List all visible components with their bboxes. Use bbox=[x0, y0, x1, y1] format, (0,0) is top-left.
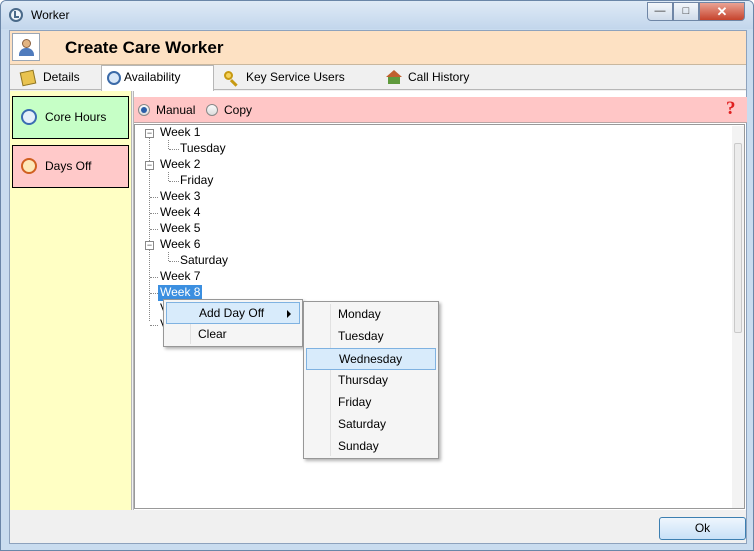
client-area: Create Care Worker Details Availability … bbox=[9, 30, 747, 544]
tree-node-day[interactable]: Saturday bbox=[178, 253, 230, 269]
tree-scrollbar-thumb[interactable] bbox=[734, 143, 742, 333]
minimize-button[interactable]: — bbox=[647, 2, 673, 21]
tree-node-day[interactable]: Tuesday bbox=[178, 141, 228, 157]
menu-item-label: Add Day Off bbox=[199, 306, 265, 320]
tree-node-week[interactable]: Week 3 bbox=[158, 189, 202, 205]
day-submenu: Monday Tuesday Wednesday Thursday Friday… bbox=[303, 301, 439, 459]
tab-label: Call History bbox=[408, 70, 470, 84]
copy-radio[interactable] bbox=[206, 104, 218, 116]
tree-node-week[interactable]: Week 2 bbox=[158, 157, 202, 173]
collapse-week-6-icon[interactable]: − bbox=[145, 241, 154, 250]
collapse-week-1-icon[interactable]: − bbox=[145, 129, 154, 138]
title-bar: Worker — □ ✕ bbox=[1, 1, 753, 29]
alarm-clock-icon bbox=[21, 158, 37, 174]
tab-label: Details bbox=[43, 70, 80, 84]
add-day-off-menu-item[interactable]: Add Day Off bbox=[166, 302, 300, 324]
close-button[interactable]: ✕ bbox=[699, 2, 745, 21]
core-hours-label: Core Hours bbox=[45, 110, 107, 124]
days-off-button[interactable]: Days Off bbox=[12, 145, 129, 188]
tab-call-history[interactable]: Call History bbox=[378, 67, 488, 90]
manual-radio[interactable] bbox=[138, 104, 150, 116]
footer-bar: Ok bbox=[10, 511, 746, 543]
maximize-button[interactable]: □ bbox=[673, 2, 699, 21]
help-icon[interactable]: ? bbox=[726, 98, 736, 120]
clock-icon bbox=[21, 109, 37, 125]
ok-button[interactable]: Ok bbox=[659, 517, 746, 540]
app-icon bbox=[9, 8, 23, 22]
tab-availability[interactable]: Availability bbox=[101, 65, 214, 91]
friday-menu-item[interactable]: Friday bbox=[306, 392, 436, 414]
wednesday-menu-item[interactable]: Wednesday bbox=[306, 348, 436, 370]
saturday-menu-item[interactable]: Saturday bbox=[306, 414, 436, 436]
mode-selector: Manual Copy ? bbox=[134, 97, 747, 123]
manual-label[interactable]: Manual bbox=[156, 103, 195, 117]
menu-item-label: Clear bbox=[198, 327, 227, 341]
tree-node-week[interactable]: Week 4 bbox=[158, 205, 202, 221]
copy-label[interactable]: Copy bbox=[224, 103, 252, 117]
details-icon bbox=[19, 69, 37, 87]
care-worker-icon bbox=[12, 33, 40, 61]
collapse-week-2-icon[interactable]: − bbox=[145, 161, 154, 170]
tree-node-week[interactable]: Week 5 bbox=[158, 221, 202, 237]
thursday-menu-item[interactable]: Thursday bbox=[306, 370, 436, 392]
window-title: Worker bbox=[31, 8, 70, 22]
tab-details[interactable]: Details bbox=[13, 67, 99, 90]
tab-strip: Details Availability Key Service Users C… bbox=[10, 65, 746, 91]
key-icon bbox=[224, 71, 233, 80]
tuesday-menu-item[interactable]: Tuesday bbox=[306, 326, 436, 348]
tree-node-week[interactable]: Week 7 bbox=[158, 269, 202, 285]
worker-window: Worker — □ ✕ Create Care Worker Details … bbox=[0, 0, 754, 551]
days-off-label: Days Off bbox=[45, 159, 92, 173]
header-bar: Create Care Worker bbox=[10, 31, 746, 65]
house-icon bbox=[386, 70, 402, 84]
tree-node-week[interactable]: Week 1 bbox=[158, 125, 202, 141]
clear-menu-item[interactable]: Clear bbox=[166, 324, 300, 346]
sunday-menu-item[interactable]: Sunday bbox=[306, 436, 436, 458]
submenu-arrow-icon bbox=[287, 310, 291, 318]
monday-menu-item[interactable]: Monday bbox=[306, 304, 436, 326]
tree-context-menu: Add Day Off Clear bbox=[163, 299, 303, 347]
tab-label: Key Service Users bbox=[246, 70, 345, 84]
sidebar: Core Hours Days Off bbox=[10, 91, 132, 510]
page-title: Create Care Worker bbox=[65, 38, 224, 57]
tree-node-week[interactable]: Week 6 bbox=[158, 237, 202, 253]
tab-label: Availability bbox=[124, 70, 181, 84]
tree-node-day[interactable]: Friday bbox=[178, 173, 215, 189]
tab-key-service-users[interactable]: Key Service Users bbox=[216, 67, 366, 90]
clock-icon bbox=[107, 71, 121, 85]
core-hours-button[interactable]: Core Hours bbox=[12, 96, 129, 139]
